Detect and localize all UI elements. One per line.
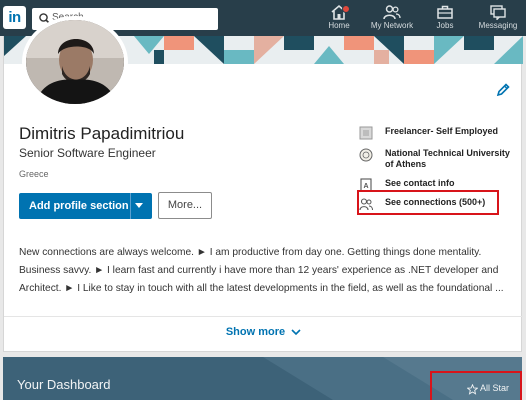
profile-headline: Senior Software Engineer	[19, 146, 156, 160]
caret-down-icon[interactable]	[135, 203, 143, 208]
more-button[interactable]: More...	[158, 192, 212, 219]
nav-messaging-label: Messaging	[478, 21, 518, 30]
show-more-button[interactable]: Show more	[4, 326, 523, 338]
chevron-down-icon	[291, 329, 301, 336]
company-icon	[359, 126, 373, 140]
nav-jobs-label: Jobs	[436, 21, 454, 30]
messaging-icon	[490, 5, 506, 20]
profile-card: Dimitris Papadimitriou Senior Software E…	[3, 16, 523, 352]
network-icon	[383, 5, 401, 20]
show-more-label: Show more	[225, 326, 286, 338]
nav-messaging[interactable]: Messaging	[470, 3, 526, 35]
contact-info-label: See contact info	[385, 178, 455, 188]
profile-photo-image	[26, 20, 124, 104]
dashboard-panel: Your Dashboard All Star	[3, 357, 522, 400]
profile-location: Greece	[19, 169, 49, 179]
nav-home[interactable]: Home	[311, 3, 367, 35]
profile-summary: New connections are always welcome. ► I …	[19, 244, 511, 298]
notification-badge	[342, 5, 350, 13]
dashboard-title: Your Dashboard	[17, 377, 111, 392]
linkedin-logo[interactable]: in	[3, 6, 26, 29]
section-divider	[4, 316, 523, 317]
profile-photo[interactable]	[22, 16, 128, 108]
connections-highlight-box	[357, 190, 499, 215]
summary-line: New connections are always welcome. ► I …	[19, 247, 482, 258]
nav-jobs[interactable]: Jobs	[417, 3, 473, 35]
all-star-highlight-box	[430, 371, 522, 400]
svg-text:A: A	[364, 183, 369, 190]
add-profile-section-button[interactable]: Add profile section	[19, 193, 152, 219]
school-icon	[359, 148, 373, 162]
school-name: National Technical University of Athens	[385, 148, 510, 169]
company-name: Freelancer- Self Employed	[385, 126, 499, 136]
nav-my-network[interactable]: My Network	[364, 3, 420, 35]
summary-line: Business savvy. ► I learn fast and curre…	[19, 265, 499, 276]
jobs-icon	[437, 5, 453, 19]
nav-my-network-label: My Network	[370, 21, 414, 30]
profile-name: Dimitris Papadimitriou	[19, 124, 185, 143]
edit-pencil-icon[interactable]	[495, 82, 511, 98]
add-profile-section-label: Add profile section	[29, 200, 129, 212]
button-separator	[130, 193, 131, 219]
summary-line: Architect. ► I Like to stay in touch wit…	[19, 283, 504, 294]
nav-home-label: Home	[328, 21, 350, 30]
